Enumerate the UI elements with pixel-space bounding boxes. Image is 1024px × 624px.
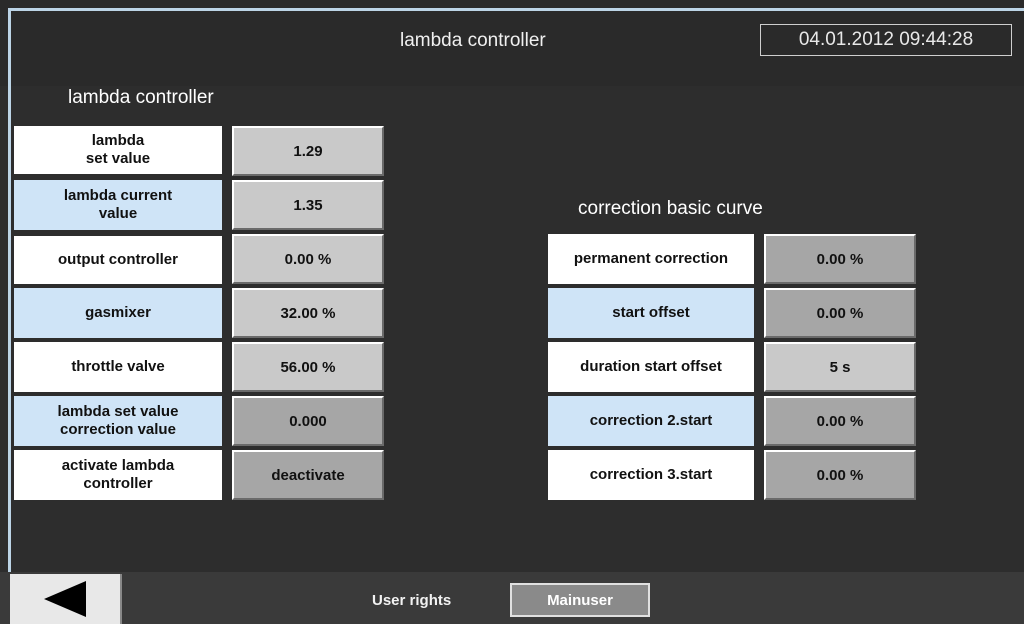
value-correction-3-start[interactable]: 0.00 % <box>764 450 916 500</box>
label-lambda-correction-value: lambda set value correction value <box>14 396 222 446</box>
value-throttle-valve[interactable]: 56.00 % <box>232 342 384 392</box>
left-section-title: lambda controller <box>68 87 214 108</box>
label-lambda-set-value: lambda set value <box>14 126 222 174</box>
user-button[interactable]: Mainuser <box>510 583 650 617</box>
label-activate-lambda-controller: activate lambda controller <box>14 450 222 500</box>
back-button[interactable] <box>10 574 122 624</box>
top-border <box>8 8 1024 11</box>
label-lambda-current-value: lambda current value <box>14 180 222 230</box>
value-start-offset[interactable]: 0.00 % <box>764 288 916 338</box>
value-lambda-set-value[interactable]: 1.29 <box>232 126 384 176</box>
value-duration-start-offset[interactable]: 5 s <box>764 342 916 392</box>
user-rights-label: User rights <box>372 592 452 609</box>
value-lambda-current-value[interactable]: 1.35 <box>232 180 384 230</box>
left-border <box>8 8 11 624</box>
label-correction-3-start: correction 3.start <box>548 450 754 500</box>
label-permanent-correction: permanent correction <box>548 234 754 284</box>
page-title: lambda controller <box>400 30 546 51</box>
label-start-offset: start offset <box>548 288 754 338</box>
value-gasmixer[interactable]: 32.00 % <box>232 288 384 338</box>
datetime-display: 04.01.2012 09:44:28 <box>760 24 1012 56</box>
right-section-title: correction basic curve <box>578 198 763 219</box>
label-correction-2-start: correction 2.start <box>548 396 754 446</box>
value-correction-2-start[interactable]: 0.00 % <box>764 396 916 446</box>
label-gasmixer: gasmixer <box>14 288 222 338</box>
value-permanent-correction[interactable]: 0.00 % <box>764 234 916 284</box>
value-lambda-correction-value[interactable]: 0.000 <box>232 396 384 446</box>
value-activate-lambda-controller[interactable]: deactivate <box>232 450 384 500</box>
label-duration-start-offset: duration start offset <box>548 342 754 392</box>
value-output-controller[interactable]: 0.00 % <box>232 234 384 284</box>
label-output-controller: output controller <box>14 236 222 284</box>
label-throttle-valve: throttle valve <box>14 342 222 392</box>
back-arrow-icon <box>44 581 86 617</box>
